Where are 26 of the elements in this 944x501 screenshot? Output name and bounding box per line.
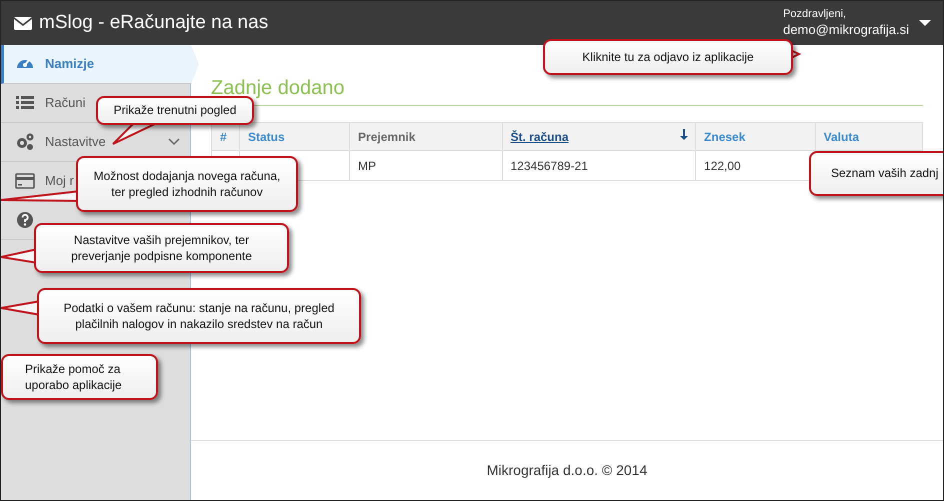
callout-tooltip: Nastavitve vaših prejemnikov, ter preverjanje podpisne komponente xyxy=(34,223,289,273)
footer-text: Mikrografija d.o.o. © 2014 xyxy=(191,440,943,500)
callout-tooltip: Možnost dodajanja novega računa, ter pregled izhodnih računov xyxy=(76,156,298,212)
column-header[interactable]: Valuta xyxy=(815,122,922,150)
sort-arrow-icon xyxy=(679,129,690,140)
column-header[interactable]: Prejemnik xyxy=(350,122,502,150)
table-cell: 123456789-21 xyxy=(502,150,696,180)
credit-card-icon xyxy=(15,171,35,191)
column-header[interactable]: Znesek xyxy=(696,122,816,150)
callout-tooltip: Kliknite tu za odjavo iz aplikacije xyxy=(543,39,793,75)
callout-tooltip: Seznam vaših zadnj xyxy=(809,151,943,196)
greeting-text: Pozdravljeni, xyxy=(783,8,848,22)
table-cell: MP xyxy=(350,150,502,180)
user-menu[interactable]: Pozdravljeni, demo@mikrografija.si xyxy=(783,8,931,38)
gears-icon xyxy=(15,132,35,152)
sidebar-item[interactable]: Namizje xyxy=(1,45,199,84)
help-icon xyxy=(15,210,35,230)
envelope-icon xyxy=(13,14,33,32)
app-title: mSlog - eRačunajte na nas xyxy=(39,10,268,35)
user-email: demo@mikrografija.si xyxy=(783,22,909,38)
column-header[interactable]: Status xyxy=(240,122,350,150)
caret-icon xyxy=(919,20,931,26)
callout-tooltip: Prikaže pomoč za uporabo aplikacije xyxy=(1,354,158,400)
callout-tooltip: Podatki o vašem računu: stanje na računu, pregled plačilnih nalogov in nakazilo sredstev na račun xyxy=(37,288,361,344)
callout-tooltip: Prikaže trenutni pogled xyxy=(96,96,254,125)
column-header[interactable]: Št. računa xyxy=(502,122,696,150)
